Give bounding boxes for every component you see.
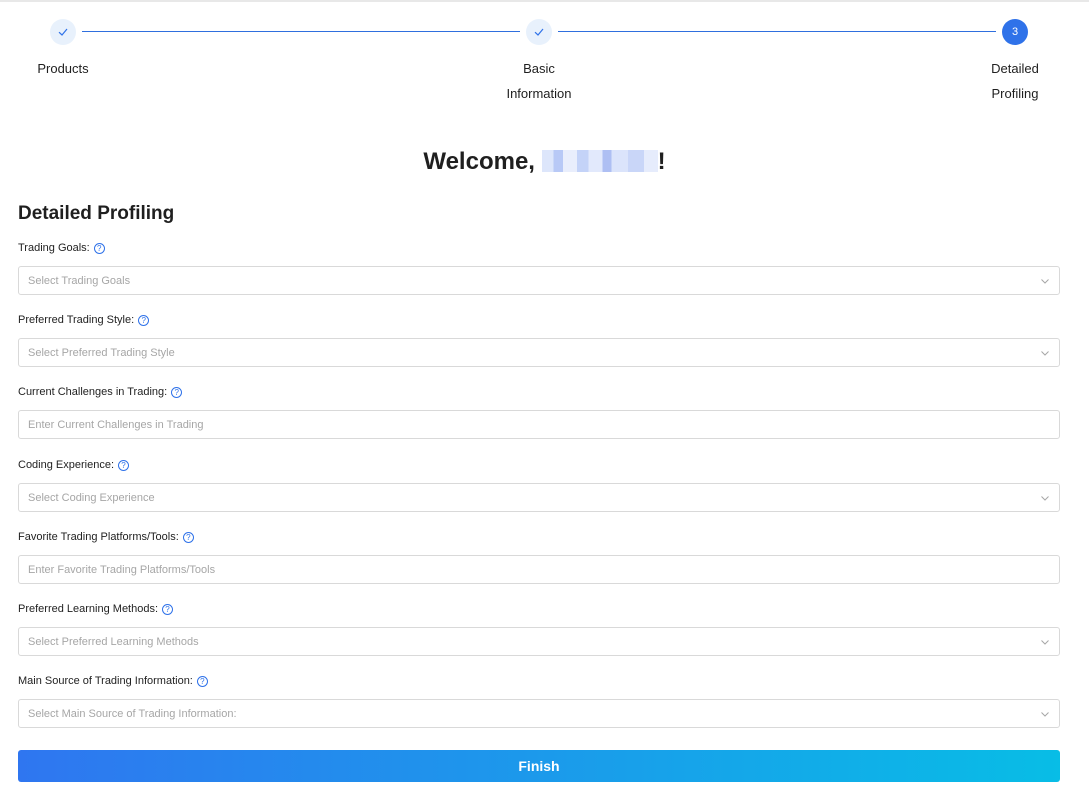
field-label: Coding Experience: ? [18, 457, 1060, 473]
main-source-field: Main Source of Trading Information: ? Se… [18, 673, 1060, 728]
preferred-learning-methods-field: Preferred Learning Methods: ? Select Pre… [18, 601, 1060, 656]
question-circle-icon[interactable]: ? [118, 459, 130, 471]
finish-button[interactable]: Finish [18, 750, 1060, 782]
chevron-down-icon [1041, 351, 1049, 356]
current-challenges-input[interactable] [28, 418, 1050, 431]
preferred-trading-style-field: Preferred Trading Style: ? Select Prefer… [18, 312, 1060, 367]
step-label-line: Information [506, 86, 572, 101]
field-label-text: Trading Goals: [18, 242, 90, 254]
preferred-trading-style-select[interactable]: Select Preferred Trading Style [18, 338, 1060, 367]
field-label-text: Preferred Learning Methods: [18, 603, 159, 615]
field-label: Favorite Trading Platforms/Tools: ? [18, 529, 1060, 545]
step-1-label: Products [13, 56, 113, 81]
step-connector-1 [82, 31, 520, 32]
check-icon [58, 28, 68, 36]
step-label-line: Basic [523, 61, 555, 76]
question-circle-icon[interactable]: ? [138, 314, 150, 326]
current-challenges-field: Current Challenges in Trading: ? [18, 384, 1060, 439]
section-title: Detailed Profiling [18, 203, 175, 224]
chevron-down-icon [1041, 712, 1049, 717]
step-label-line: Detailed [991, 61, 1039, 76]
step-3-indicator[interactable]: 3 [1002, 19, 1028, 45]
welcome-heading: Welcome, ! [0, 148, 1089, 176]
step-number: 3 [1011, 26, 1019, 38]
step-3-label: Detailed Profiling [965, 56, 1065, 106]
step-label-line: Products [37, 61, 89, 76]
coding-experience-select[interactable]: Select Coding Experience [18, 483, 1060, 512]
favorite-platforms-field: Favorite Trading Platforms/Tools: ? [18, 529, 1060, 584]
select-placeholder: Select Trading Goals [28, 274, 131, 287]
chevron-down-icon [1041, 640, 1049, 645]
step-label-line: Profiling [991, 86, 1039, 101]
field-label: Preferred Learning Methods: ? [18, 601, 1060, 617]
select-placeholder: Select Main Source of Trading Informatio… [28, 707, 237, 720]
coding-experience-field: Coding Experience: ? Select Coding Exper… [18, 457, 1060, 512]
field-label: Preferred Trading Style: ? [18, 312, 1060, 328]
question-circle-icon[interactable]: ? [93, 242, 105, 254]
step-2-indicator[interactable] [526, 19, 552, 45]
main-source-select[interactable]: Select Main Source of Trading Informatio… [18, 699, 1060, 728]
trading-goals-select[interactable]: Select Trading Goals [18, 266, 1060, 295]
step-1-indicator[interactable] [50, 19, 76, 45]
question-circle-icon[interactable]: ? [162, 603, 174, 615]
favorite-platforms-input-wrapper[interactable] [18, 555, 1060, 584]
preferred-learning-methods-select[interactable]: Select Preferred Learning Methods [18, 627, 1060, 656]
stepper: 3 Products Basic Information Detailed Pr… [0, 0, 1089, 120]
field-label: Main Source of Trading Information: ? [18, 673, 1060, 689]
current-challenges-input-wrapper[interactable] [18, 410, 1060, 439]
welcome-suffix: ! [657, 148, 666, 175]
step-2-label: Basic Information [489, 56, 589, 106]
select-placeholder: Select Preferred Learning Methods [28, 635, 199, 648]
step-connector-2 [558, 31, 996, 32]
field-label-text: Main Source of Trading Information: [18, 675, 193, 687]
field-label-text: Favorite Trading Platforms/Tools: [18, 531, 179, 543]
trading-goals-field: Trading Goals: ? Select Trading Goals [18, 240, 1060, 295]
check-icon [534, 28, 544, 36]
select-placeholder: Select Coding Experience [28, 491, 155, 504]
question-circle-icon[interactable]: ? [196, 675, 208, 687]
chevron-down-icon [1041, 279, 1049, 284]
field-label: Current Challenges in Trading: ? [18, 384, 1060, 400]
field-label-text: Coding Experience: [18, 459, 115, 471]
welcome-prefix: Welcome, [423, 148, 542, 175]
select-placeholder: Select Preferred Trading Style [28, 346, 175, 359]
chevron-down-icon [1041, 496, 1049, 501]
redacted-user-name [541, 150, 658, 172]
question-circle-icon[interactable]: ? [182, 531, 194, 543]
question-circle-icon[interactable]: ? [171, 386, 183, 398]
favorite-platforms-input[interactable] [28, 563, 1050, 576]
field-label-text: Preferred Trading Style: [18, 314, 135, 326]
field-label-text: Current Challenges in Trading: [18, 386, 168, 398]
field-label: Trading Goals: ? [18, 240, 1060, 256]
